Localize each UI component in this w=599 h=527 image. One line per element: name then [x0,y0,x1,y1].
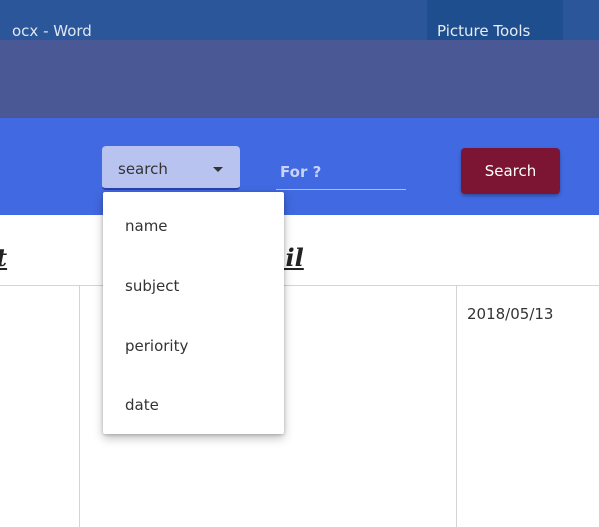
word-title-bar: ocx - Word Picture Tools [0,0,599,40]
search-button[interactable]: Search [461,148,560,194]
word-window-title: ocx - Word [12,22,92,40]
menu-item-date[interactable]: date [103,381,284,429]
search-toolbar: search Search [0,118,599,215]
search-for-input[interactable] [276,154,406,190]
column-divider [79,286,80,527]
table-header-left: t [0,243,7,272]
menu-item-name[interactable]: name [103,202,284,250]
app-header-band [0,40,599,118]
results-table: t ail 2018/05/13 [0,215,599,527]
chevron-down-icon [213,167,223,172]
picture-tools-label: Picture Tools [437,22,531,40]
menu-item-periority[interactable]: periority [103,322,284,370]
column-divider [456,286,457,527]
picture-tools-tab[interactable]: Picture Tools [427,0,563,40]
menu-item-subject[interactable]: subject [103,262,284,310]
table-cell-date: 2018/05/13 [467,305,554,323]
search-type-select[interactable]: search [102,146,240,190]
search-type-menu: name subject periority date [103,192,284,434]
search-type-value: search [118,160,168,178]
header-divider [0,285,599,286]
